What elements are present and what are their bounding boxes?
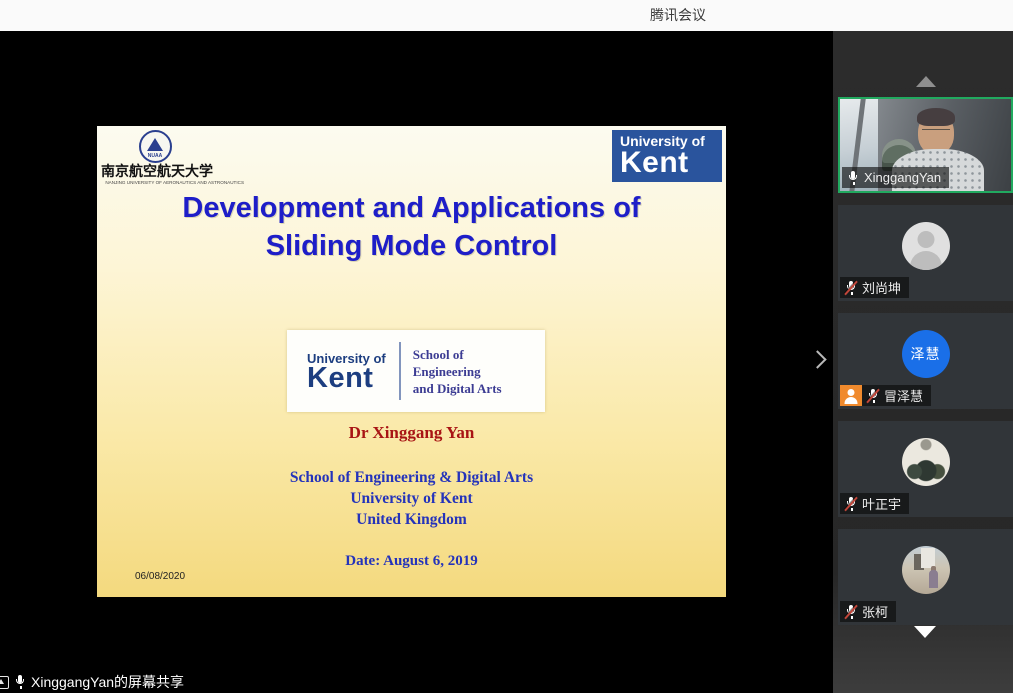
- participant-label: 张柯: [840, 601, 896, 622]
- nuaa-logo: NUAA 南京航空航天大学 NANJING UNIVERSITY OF AERO…: [101, 128, 209, 186]
- member-badge-icon: [840, 385, 862, 406]
- slide-title-line2: Sliding Mode Control: [97, 227, 726, 265]
- kent-logo: University of Kent: [612, 130, 722, 182]
- scroll-up-button[interactable]: [916, 76, 936, 87]
- mic-muted-icon: [845, 280, 857, 296]
- nuaa-name-chinese: 南京航空航天大学: [101, 165, 209, 180]
- participant-tile-zhangke[interactable]: 张柯: [838, 529, 1013, 625]
- share-banner-text: XinggangYan的屏幕共享: [31, 672, 184, 692]
- participant-tile-maozehui[interactable]: 泽慧 冒泽慧: [838, 313, 1013, 409]
- logo-divider: [399, 342, 401, 400]
- picture-avatar: [902, 546, 950, 594]
- participant-name: XinggangYan: [864, 170, 941, 185]
- app-title: 腾讯会议: [650, 5, 706, 25]
- participant-name: 冒泽慧: [884, 386, 923, 405]
- slide-footer-date: 06/08/2020: [135, 571, 185, 582]
- presentation-date: Date: August 6, 2019: [97, 553, 726, 570]
- participant-label: 叶正宇: [840, 493, 909, 514]
- presenter-name: Dr Xinggang Yan: [97, 423, 726, 443]
- participant-tile-xinggangyan[interactable]: XinggangYan: [838, 97, 1013, 193]
- participant-name: 刘尚坤: [862, 278, 901, 297]
- participant-label: XinggangYan: [842, 167, 949, 188]
- kent-school-logo: University of Kent School of Engineering…: [287, 330, 545, 412]
- participant-name: 叶正宇: [862, 494, 901, 513]
- nuaa-name-english: NANJING UNIVERSITY OF AERONAUTICS AND AS…: [105, 180, 204, 186]
- slide-title-line1: Development and Applications of: [97, 189, 726, 227]
- sidebar-collapse-chevron-icon[interactable]: [808, 350, 826, 368]
- mic-muted-icon: [867, 388, 879, 404]
- affiliation-line-1: School of Engineering & Digital Arts: [97, 467, 726, 488]
- participant-tile-liushangkun[interactable]: 刘尚坤: [838, 205, 1013, 301]
- affiliation-block: School of Engineering & Digital Arts Uni…: [97, 467, 726, 530]
- participant-tile-yezhengyu[interactable]: 叶正宇: [838, 421, 1013, 517]
- mic-on-icon: [14, 674, 26, 690]
- meeting-window: 腾讯会议 NUAA 南京航空航天大学 NANJING UNIVERSITY OF…: [0, 0, 1013, 693]
- participant-label: 冒泽慧: [862, 385, 931, 406]
- mic-muted-icon: [845, 496, 857, 512]
- affiliation-line-3: United Kingdom: [97, 509, 726, 530]
- participant-label: 刘尚坤: [840, 277, 909, 298]
- mic-on-icon: [847, 170, 859, 186]
- screen-share-banner: XinggangYan的屏幕共享: [0, 671, 184, 693]
- mic-muted-icon: [845, 604, 857, 620]
- window-titlebar: 腾讯会议: [0, 0, 1013, 31]
- shared-slide: NUAA 南京航空航天大学 NANJING UNIVERSITY OF AERO…: [97, 126, 726, 597]
- default-avatar: [902, 222, 950, 270]
- slide-title: Development and Applications of Sliding …: [97, 189, 726, 265]
- nuaa-emblem-icon: NUAA: [139, 130, 172, 163]
- scroll-down-button[interactable]: [914, 626, 936, 638]
- participant-name: 张柯: [862, 602, 888, 621]
- picture-avatar: [902, 438, 950, 486]
- affiliation-line-2: University of Kent: [97, 488, 726, 509]
- participants-sidebar: XinggangYan 刘尚坤 泽慧 冒泽慧: [833, 31, 1013, 693]
- initials-avatar: 泽慧: [902, 330, 950, 378]
- screen-share-icon: [0, 676, 9, 689]
